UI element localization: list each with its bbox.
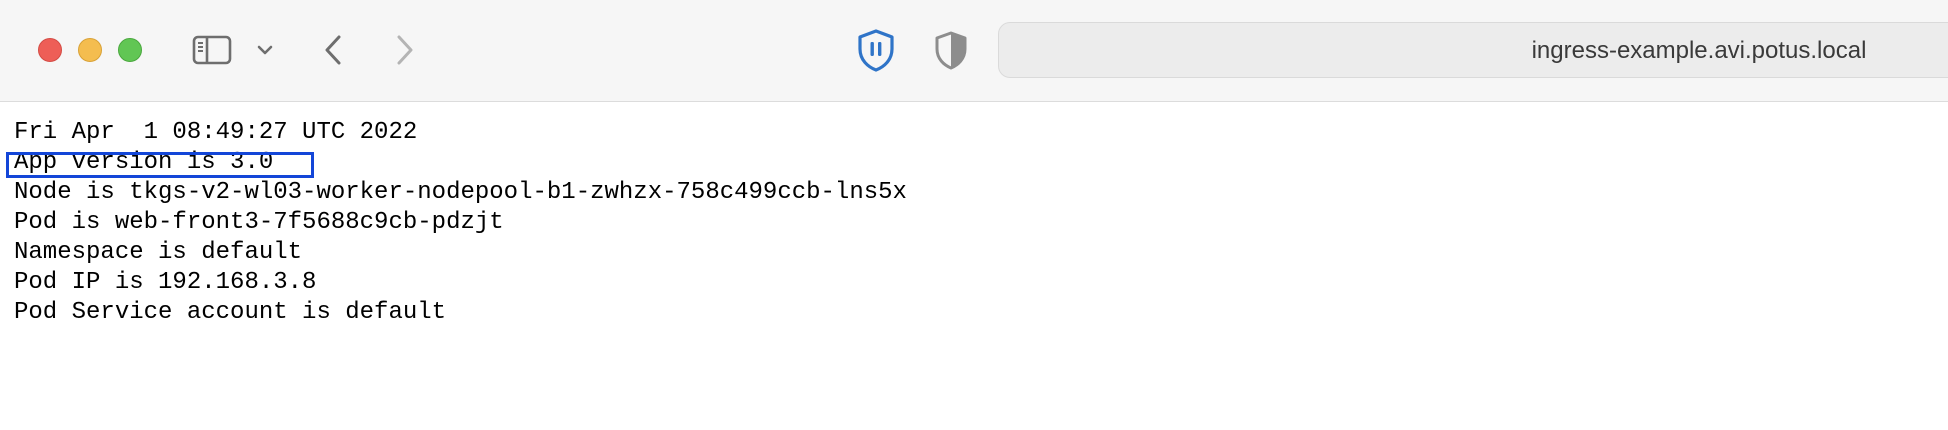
browser-toolbar: ingress-example.avi.potus.local xyxy=(0,0,1948,102)
back-button[interactable] xyxy=(318,30,348,70)
date-line: Fri Apr 1 08:49:27 UTC 2022 xyxy=(14,119,418,146)
node-line: Node is tkgs-v2-wl03-worker-nodepool-b1-… xyxy=(14,179,907,206)
highlight-box xyxy=(6,152,314,178)
privacy-shield-icon xyxy=(935,31,967,70)
chevron-right-icon xyxy=(397,35,413,65)
namespace-line: Namespace is default xyxy=(14,239,303,266)
chevron-left-icon xyxy=(325,35,341,65)
minimize-window-button[interactable] xyxy=(78,38,102,62)
chevron-down-icon xyxy=(257,45,273,55)
address-text: ingress-example.avi.potus.local xyxy=(1531,37,1867,64)
address-bar[interactable]: ingress-example.avi.potus.local xyxy=(998,22,1948,78)
sidebar-icon xyxy=(192,35,232,65)
pod-line: Pod is web-front3-7f5688c9cb-pdzjt xyxy=(14,209,504,236)
maximize-window-button[interactable] xyxy=(118,38,142,62)
shield-pause-icon xyxy=(858,29,894,72)
sidebar-menu-button[interactable] xyxy=(252,36,278,64)
pod-ip-line: Pod IP is 192.168.3.8 xyxy=(14,269,317,296)
service-account-line: Pod Service account is default xyxy=(14,299,447,326)
close-window-button[interactable] xyxy=(38,38,62,62)
forward-button[interactable] xyxy=(390,30,420,70)
sidebar-toggle-button[interactable] xyxy=(190,30,234,70)
privacy-report-button[interactable] xyxy=(930,28,972,72)
extension-button[interactable] xyxy=(854,26,898,74)
